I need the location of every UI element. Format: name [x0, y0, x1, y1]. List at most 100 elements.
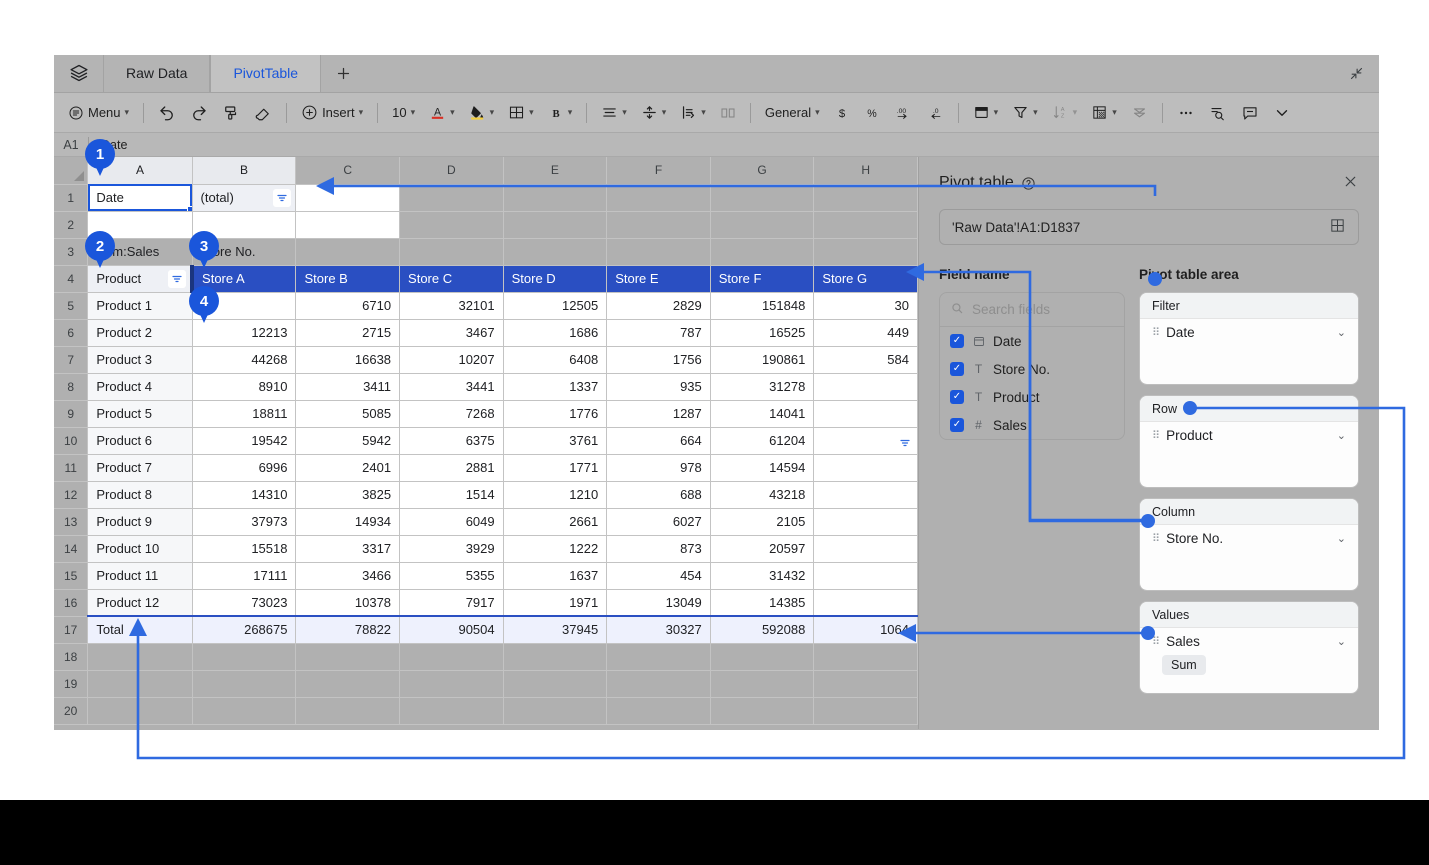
- data-cell[interactable]: [192, 292, 296, 319]
- sort-az-icon[interactable]: AZ ▾: [1046, 99, 1084, 127]
- data-cell[interactable]: 12505: [503, 292, 607, 319]
- data-cell[interactable]: 1222: [503, 535, 607, 562]
- data-cell[interactable]: 32101: [400, 292, 504, 319]
- data-cell[interactable]: 12213: [192, 319, 296, 346]
- cell-blank[interactable]: [88, 697, 192, 724]
- row-header-10[interactable]: 10: [54, 427, 88, 454]
- data-cell[interactable]: 43218: [710, 481, 814, 508]
- column-header-g[interactable]: G: [710, 157, 814, 184]
- cell-blank[interactable]: [814, 211, 918, 238]
- tab-raw-data[interactable]: Raw Data: [103, 55, 210, 92]
- cell-blank[interactable]: [503, 643, 607, 670]
- data-cell[interactable]: 6996: [192, 454, 296, 481]
- row-label-cell[interactable]: Product 3: [88, 346, 192, 373]
- data-cell[interactable]: 19542: [192, 427, 296, 454]
- column-header-store-g[interactable]: Store G: [814, 265, 918, 292]
- cell-b1-total[interactable]: (total): [192, 184, 296, 211]
- row-header-7[interactable]: 7: [54, 346, 88, 373]
- add-sheet-button[interactable]: [321, 55, 365, 92]
- column-header-store-f[interactable]: Store F: [710, 265, 814, 292]
- cell-blank[interactable]: [192, 643, 296, 670]
- data-cell[interactable]: 5355: [400, 562, 504, 589]
- row-header-15[interactable]: 15: [54, 562, 88, 589]
- cell-blank[interactable]: [607, 238, 711, 265]
- drag-handle-icon[interactable]: ⠿: [1152, 635, 1159, 648]
- drag-handle-icon[interactable]: ⠿: [1152, 532, 1159, 545]
- redo-button[interactable]: [184, 99, 214, 127]
- data-cell[interactable]: [814, 589, 918, 616]
- row-header-20[interactable]: 20: [54, 697, 88, 724]
- wrap-text-button[interactable]: ▾: [674, 99, 712, 127]
- data-cell[interactable]: 14594: [710, 454, 814, 481]
- drag-handle-icon[interactable]: ⠿: [1152, 429, 1159, 442]
- data-cell[interactable]: 10378: [296, 589, 400, 616]
- data-cell[interactable]: 3411: [296, 373, 400, 400]
- bold-button[interactable]: B ▾: [542, 99, 579, 127]
- total-cell[interactable]: 268675: [192, 616, 296, 643]
- data-cell[interactable]: 30: [814, 292, 918, 319]
- cell-blank[interactable]: [814, 238, 918, 265]
- pivot-area-column[interactable]: Column⠿Store No.⌄: [1139, 498, 1359, 591]
- pivot-area-chip-filter[interactable]: ⠿Date⌄: [1140, 319, 1358, 340]
- data-cell[interactable]: 10207: [400, 346, 504, 373]
- data-cell[interactable]: 190861: [710, 346, 814, 373]
- product-row-field[interactable]: Product: [88, 265, 192, 292]
- data-cell[interactable]: 1514: [400, 481, 504, 508]
- pivot-area-row[interactable]: Row⠿Product⌄: [1139, 395, 1359, 488]
- expand-toolbar-button[interactable]: [1267, 99, 1297, 127]
- row-label-cell[interactable]: Product 4: [88, 373, 192, 400]
- cell-blank[interactable]: [400, 184, 504, 211]
- layers-icon[interactable]: [54, 55, 103, 92]
- field-checkbox[interactable]: ✓: [950, 362, 964, 376]
- data-cell[interactable]: 15518: [192, 535, 296, 562]
- total-cell[interactable]: 37945: [503, 616, 607, 643]
- row-header-17[interactable]: 17: [54, 616, 88, 643]
- field-item-store-no[interactable]: ✓TStore No.: [940, 355, 1124, 383]
- total-cell[interactable]: 1064: [814, 616, 918, 643]
- comment-icon[interactable]: [1235, 99, 1265, 127]
- drag-handle-icon[interactable]: ⠿: [1152, 326, 1159, 339]
- cell-blank[interactable]: [710, 238, 814, 265]
- total-label-cell[interactable]: Total: [88, 616, 192, 643]
- data-cell[interactable]: [814, 481, 918, 508]
- paint-format-icon[interactable]: [216, 99, 246, 127]
- data-cell[interactable]: 2401: [296, 454, 400, 481]
- data-cell[interactable]: 3441: [400, 373, 504, 400]
- data-cell[interactable]: 3761: [503, 427, 607, 454]
- data-cell[interactable]: 6049: [400, 508, 504, 535]
- data-cell[interactable]: 14934: [296, 508, 400, 535]
- data-cell[interactable]: 3317: [296, 535, 400, 562]
- data-cell[interactable]: 787: [607, 319, 711, 346]
- row-header-6[interactable]: 6: [54, 319, 88, 346]
- funnel-icon[interactable]: ▾: [1006, 99, 1044, 127]
- data-cell[interactable]: 584: [814, 346, 918, 373]
- cell-blank[interactable]: [814, 697, 918, 724]
- cell-blank[interactable]: [814, 184, 918, 211]
- row-header-12[interactable]: 12: [54, 481, 88, 508]
- data-cell[interactable]: 7268: [400, 400, 504, 427]
- merge-cells-button[interactable]: [714, 99, 742, 127]
- data-cell[interactable]: 1771: [503, 454, 607, 481]
- collapse-arrows-icon[interactable]: [1333, 55, 1379, 92]
- cell-blank[interactable]: [88, 643, 192, 670]
- cell-blank[interactable]: [503, 670, 607, 697]
- row-header-4[interactable]: 4: [54, 265, 88, 292]
- field-item-date[interactable]: ✓Date: [940, 327, 1124, 355]
- cell-blank[interactable]: [607, 643, 711, 670]
- chevron-down-icon[interactable]: ⌄: [1337, 635, 1346, 648]
- column-header-c[interactable]: C: [296, 157, 400, 184]
- total-cell[interactable]: 78822: [296, 616, 400, 643]
- select-all-corner[interactable]: [54, 157, 88, 184]
- data-cell[interactable]: 3466: [296, 562, 400, 589]
- row-label-cell[interactable]: Product 12: [88, 589, 192, 616]
- sum-sales-label[interactable]: Sum:Sales: [88, 238, 192, 265]
- data-cell[interactable]: 2715: [296, 319, 400, 346]
- row-label-cell[interactable]: Product 7: [88, 454, 192, 481]
- aggregation-badge[interactable]: Sum: [1162, 655, 1206, 675]
- cell-c2[interactable]: [296, 211, 400, 238]
- cell-blank[interactable]: [607, 211, 711, 238]
- cell-blank[interactable]: [503, 238, 607, 265]
- data-cell[interactable]: 1756: [607, 346, 711, 373]
- cell-blank[interactable]: [710, 184, 814, 211]
- insert-button[interactable]: Insert ▾: [295, 99, 369, 127]
